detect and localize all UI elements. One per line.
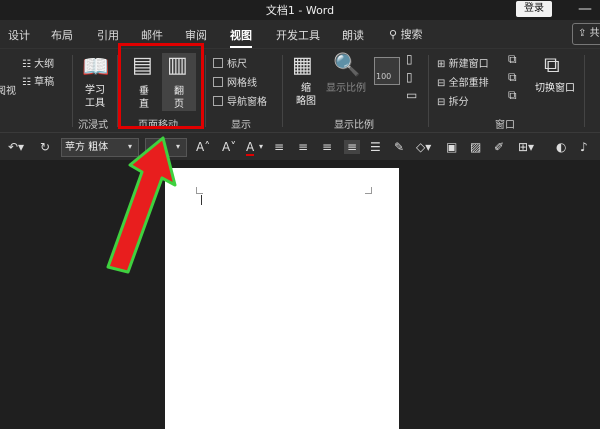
arrow-shape: [106, 136, 177, 274]
annotation-arrow: [106, 136, 177, 274]
